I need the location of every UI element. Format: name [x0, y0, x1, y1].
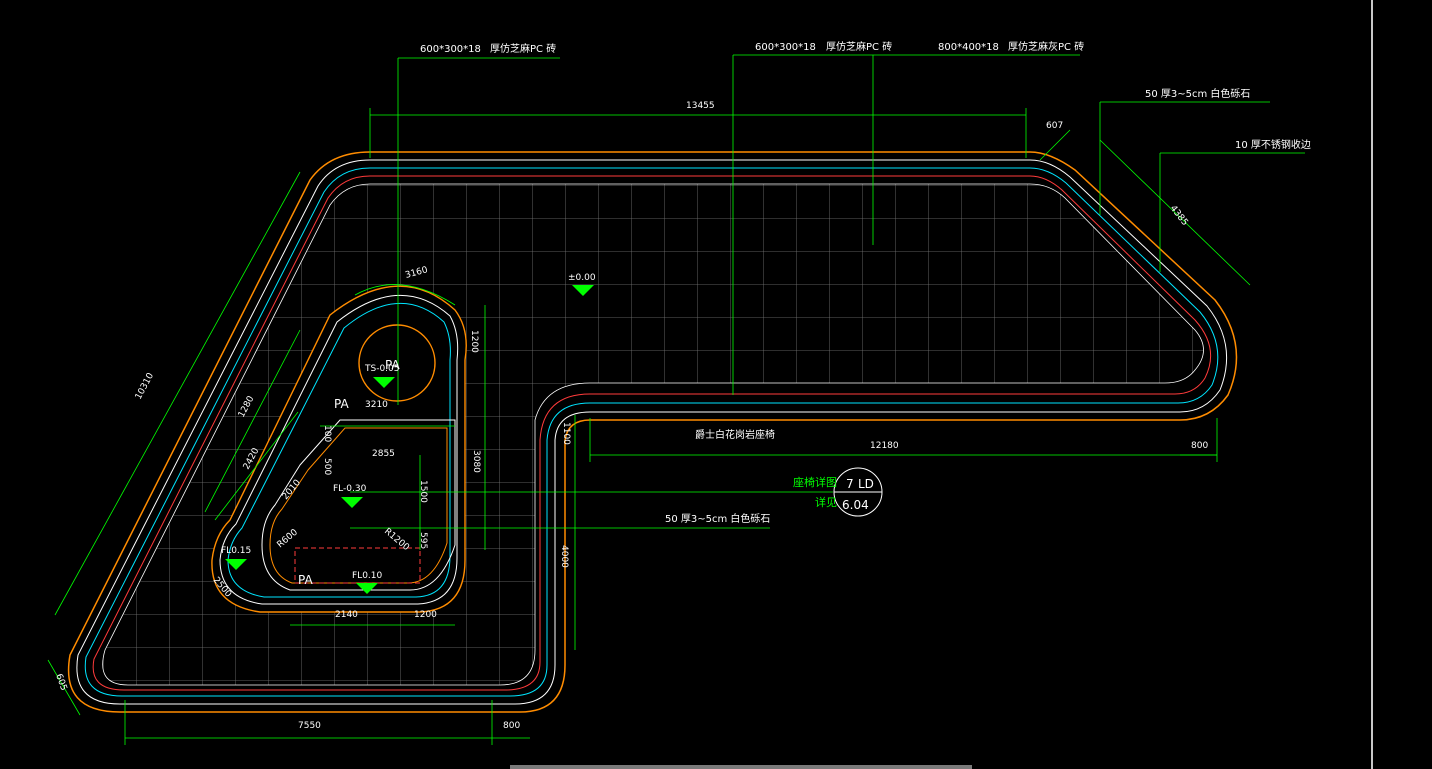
cad-plan-drawing[interactable]: 13455 10310 7550 800 12180 800 4385 607 … [0, 0, 1432, 769]
detail-number: 7 [846, 477, 854, 491]
steel-edge-note: 10 厚不锈钢收边 [1235, 138, 1311, 151]
dim-vert-1100: 1100 [561, 422, 571, 445]
dim-500: 500 [322, 458, 332, 475]
level-main: ±0.00 [568, 273, 596, 283]
dim-left-corner: 605 [53, 673, 68, 693]
horizontal-scrollbar[interactable] [510, 765, 972, 769]
dim-bottom-inner: 2140 [335, 610, 358, 620]
detail-sheet: 6.04 [842, 498, 869, 512]
dim-1500: 1500 [418, 480, 428, 503]
dim-bottom-left: 7550 [298, 721, 321, 731]
tile1-desc: 厚仿芝麻PC 砖 [490, 42, 556, 55]
paving-grid [102, 184, 1204, 685]
detail-ref: 详见 [815, 495, 837, 509]
dim-595: 595 [418, 532, 428, 549]
level-fl-mid: FL-0.30 [333, 484, 367, 494]
dim-vert-1200: 1200 [469, 330, 479, 353]
dim-vert-4000: 4000 [559, 545, 569, 568]
tile1-size: 600*300*18 [420, 44, 481, 55]
dim-vert-3080: 3080 [471, 450, 481, 473]
level-fl-left: FL0.15 [221, 546, 251, 556]
detail-title: 座椅详图 [793, 475, 837, 489]
dim-bottom-right: 800 [503, 721, 520, 731]
tile3-desc: 厚仿芝麻灰PC 砖 [1008, 40, 1084, 53]
detail-code: LD [858, 477, 874, 491]
dim-100: 100 [322, 425, 332, 442]
vertical-scrollbar[interactable] [1371, 0, 1373, 769]
pa-label-bottom: PA [298, 573, 313, 587]
tile3-size: 800*400*18 [938, 42, 999, 53]
tile2-desc: 厚仿芝麻PC 砖 [826, 40, 892, 53]
tile2-size: 600*300*18 [755, 42, 816, 53]
bench-note: 爵士白花岗岩座椅 [695, 428, 775, 441]
level-fl-bottom: FL0.10 [352, 571, 383, 581]
dim-right-diag: 4385 [1168, 204, 1190, 228]
dim-inner-width: 2855 [372, 449, 395, 459]
pebble-mid-note: 50 厚3~5cm 白色砾石 [665, 512, 770, 525]
dim-right-bottom-small: 800 [1191, 441, 1208, 451]
dim-left-diag: 10310 [134, 371, 156, 401]
dim-bench-top: 3210 [365, 400, 388, 410]
dim-top-overall: 13455 [686, 101, 715, 111]
dim-right-corner: 607 [1046, 121, 1063, 131]
dim-right-bottom: 12180 [870, 441, 899, 451]
pa-label-pond: PA [385, 358, 400, 372]
dim-bottom-inner-r: 1200 [414, 610, 437, 620]
pa-label-bench: PA [334, 397, 349, 411]
pebble-top-note: 50 厚3~5cm 白色砾石 [1145, 87, 1250, 100]
